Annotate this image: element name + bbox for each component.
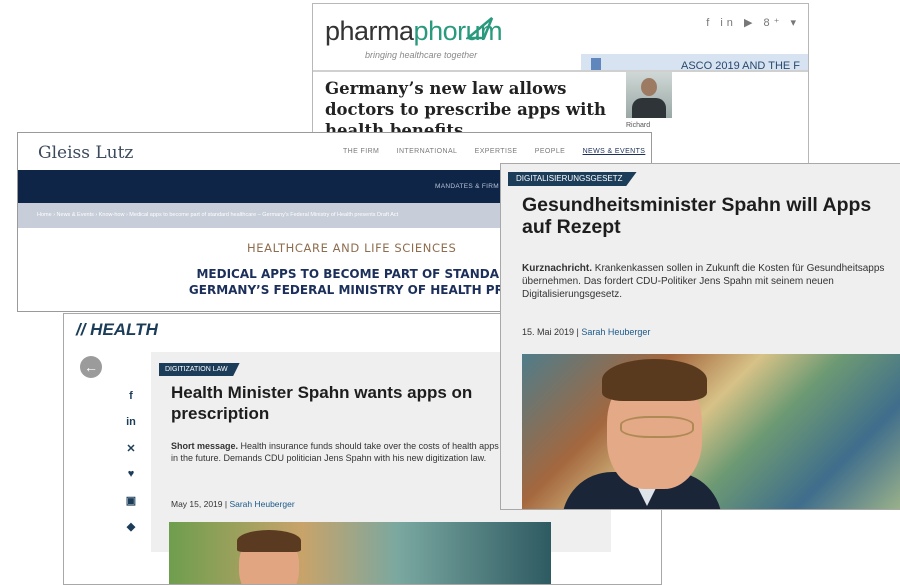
nav-expertise[interactable]: EXPERTISE [475, 148, 518, 155]
article-photo [169, 522, 551, 584]
author-link[interactable]: Sarah Heuberger [229, 499, 294, 509]
author-avatar [626, 72, 672, 118]
sub-nav-item[interactable]: MANDATES & FIRM [435, 183, 499, 190]
divider [313, 70, 808, 72]
nav-news-events[interactable]: NEWS & EVENTS [583, 148, 646, 155]
article-headline[interactable]: Health Minister Spahn wants apps on pres… [171, 382, 501, 424]
section-label: HEALTHCARE AND LIFE SCIENCES [247, 241, 457, 255]
nav-people[interactable]: PEOPLE [535, 148, 565, 155]
article-date: May 15, 2019 | Sarah Heuberger [171, 499, 295, 509]
twitter-icon[interactable]: ♥ [124, 468, 138, 494]
facebook-icon[interactable]: f [124, 390, 138, 416]
author-name[interactable]: Richard [626, 121, 650, 131]
breadcrumb-text[interactable]: Home › News & Events › Know-how › Medica… [37, 212, 398, 218]
author-link[interactable]: Sarah Heuberger [581, 327, 650, 337]
xing-icon[interactable]: ✕ [124, 442, 138, 468]
nav-the-firm[interactable]: THE FIRM [343, 148, 379, 155]
article-photo [522, 354, 900, 509]
article-date: 15. Mai 2019 | Sarah Heuberger [522, 327, 651, 337]
share-bar: f in ✕ ♥ ▣ ◆ [124, 390, 138, 546]
back-arrow-icon[interactable]: ← [80, 356, 102, 378]
pocket-icon[interactable]: ◆ [124, 520, 138, 546]
pharmaphorum-tagline: bringing healthcare together [365, 50, 478, 60]
german-article-panel: DIGITALISIERUNGSGESETZ Gesundheitsminist… [500, 163, 900, 510]
social-icons[interactable]: f in ▶ 8⁺ ▾ [706, 16, 800, 29]
flipboard-icon[interactable]: ▣ [124, 494, 138, 520]
article-headline[interactable]: Gesundheitsminister Spahn will Apps auf … [522, 194, 892, 238]
section-title: // HEALTH [76, 320, 158, 339]
linkedin-icon[interactable]: in [124, 416, 138, 442]
category-badge[interactable]: DIGITIZATION LAW [159, 363, 240, 376]
gleiss-lutz-logo[interactable]: Gleiss Lutz [38, 143, 133, 163]
top-nav: THE FIRM INTERNATIONAL EXPERTISE PEOPLE … [343, 148, 651, 155]
category-badge[interactable]: DIGITALISIERUNGSGESETZ [508, 172, 637, 186]
article-summary: Kurznachricht. Krankenkassen sollen in Z… [522, 263, 885, 300]
article-summary: Short message. Health insurance funds sh… [171, 441, 499, 463]
nav-international[interactable]: INTERNATIONAL [397, 148, 458, 155]
logo-leaf-icon [466, 17, 494, 40]
